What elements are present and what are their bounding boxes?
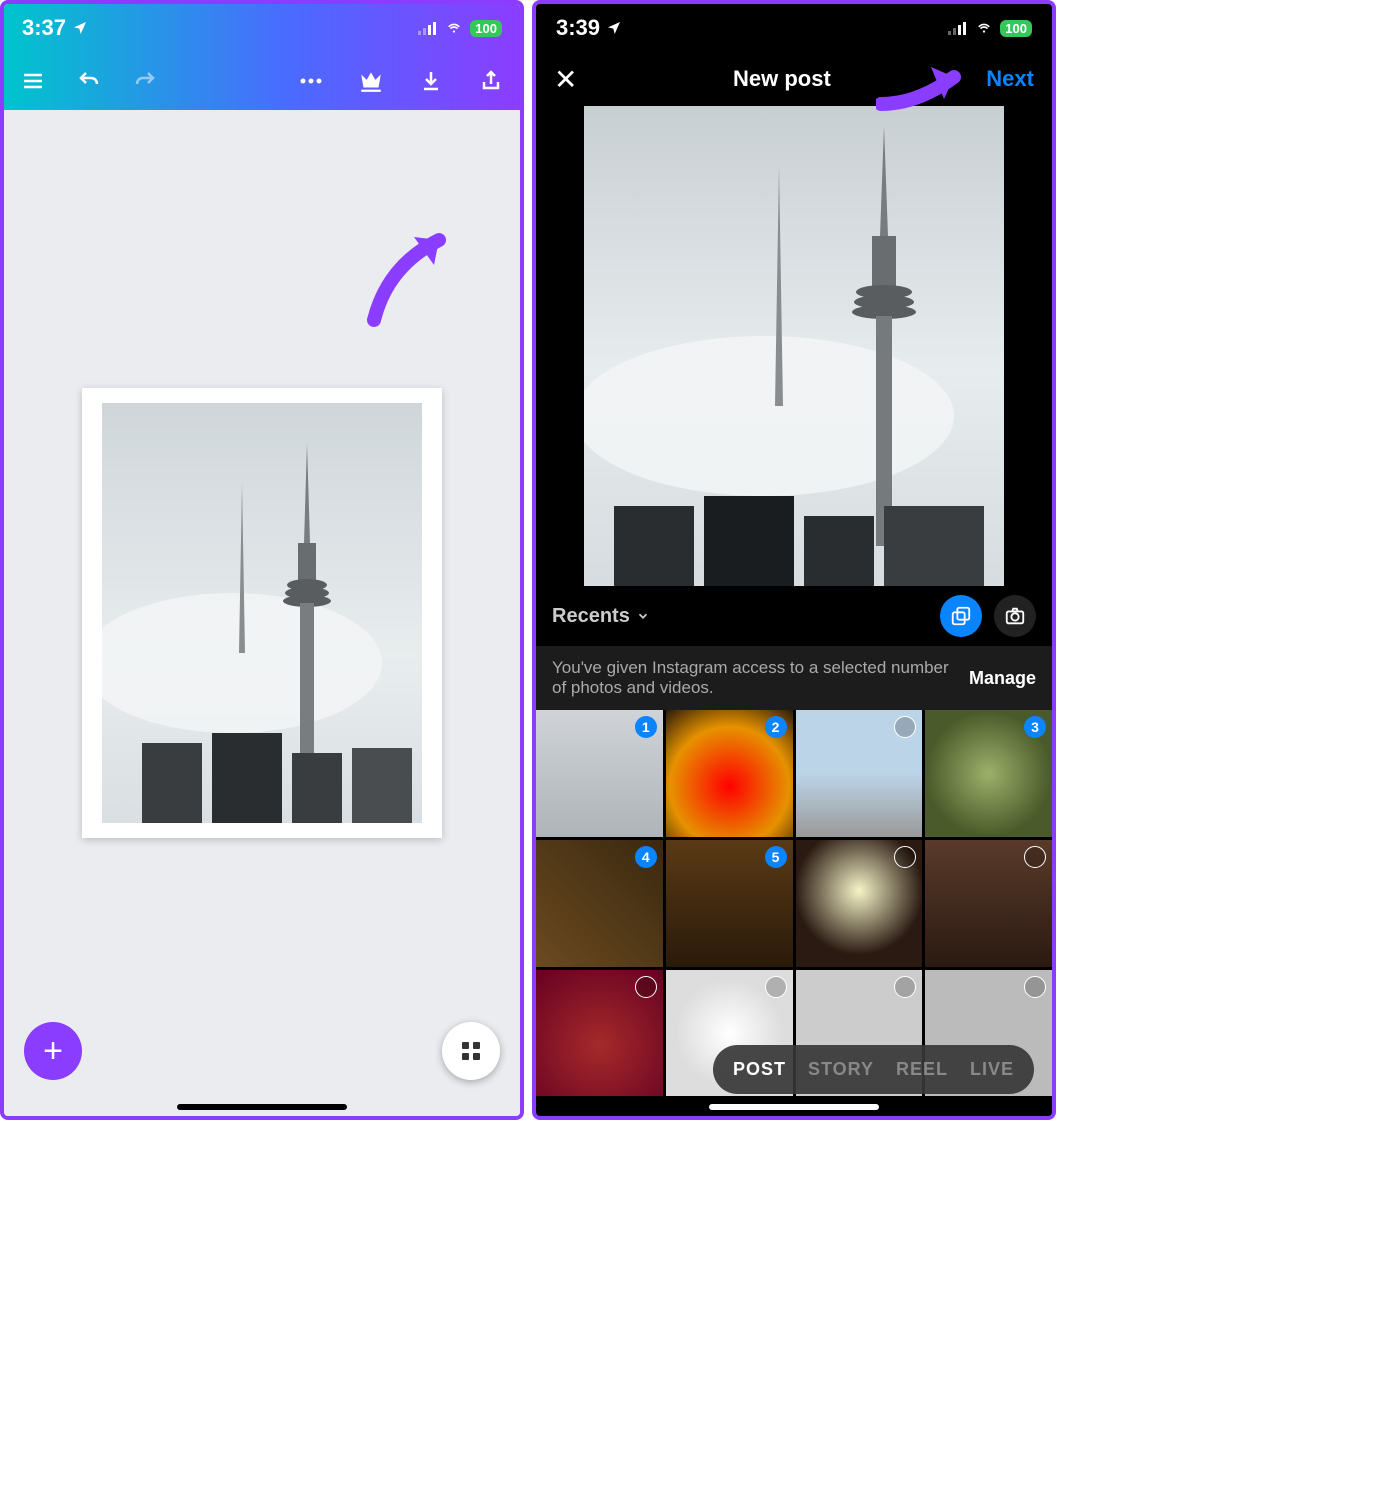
photo-thumb[interactable] — [925, 840, 1052, 967]
photo-thumb[interactable]: 1 — [536, 710, 663, 837]
select-badge: 5 — [765, 846, 787, 868]
editor-toolbar — [4, 52, 520, 110]
next-button[interactable]: Next — [986, 66, 1034, 92]
chevron-down-icon — [636, 609, 650, 623]
preview-area[interactable] — [536, 106, 1052, 586]
wifi-icon — [444, 21, 464, 35]
status-bar: 3:39 100 — [536, 4, 1052, 52]
location-icon — [606, 20, 622, 36]
signal-icon — [948, 21, 968, 35]
status-bar: 3:37 100 — [4, 4, 520, 52]
more-button[interactable] — [296, 66, 326, 96]
photo-thumb[interactable]: 5 — [666, 840, 793, 967]
select-badge — [894, 976, 916, 998]
photo-thumb[interactable]: 3 — [925, 710, 1052, 837]
mode-live[interactable]: LIVE — [970, 1059, 1014, 1080]
battery-indicator: 100 — [470, 20, 502, 37]
page-title: New post — [733, 66, 831, 92]
home-indicator — [177, 1104, 347, 1110]
share-button[interactable] — [476, 66, 506, 96]
select-badge — [894, 716, 916, 738]
photo-thumb[interactable]: 4 — [536, 840, 663, 967]
annotation-arrow — [354, 225, 464, 335]
mode-reel[interactable]: REEL — [896, 1059, 948, 1080]
close-button[interactable]: ✕ — [554, 63, 577, 96]
mode-switcher: POST STORY REEL LIVE — [713, 1045, 1034, 1094]
signal-icon — [418, 21, 438, 35]
select-badge — [1024, 846, 1046, 868]
design-page[interactable] — [82, 388, 442, 838]
annotation-arrow — [876, 59, 976, 119]
pages-grid-button[interactable] — [442, 1022, 500, 1080]
select-badge — [1024, 976, 1046, 998]
gallery-header: Recents — [536, 586, 1052, 646]
select-badge: 1 — [635, 716, 657, 738]
download-button[interactable] — [416, 66, 446, 96]
photo-thumb[interactable] — [536, 970, 663, 1097]
mode-post[interactable]: POST — [733, 1059, 786, 1080]
select-badge: 2 — [765, 716, 787, 738]
photo-thumb[interactable] — [796, 710, 923, 837]
select-badge — [635, 976, 657, 998]
add-page-button[interactable]: + — [24, 1022, 82, 1080]
undo-button[interactable] — [74, 66, 104, 96]
photo-thumb[interactable] — [796, 840, 923, 967]
menu-button[interactable] — [18, 66, 48, 96]
camera-button[interactable] — [994, 595, 1036, 637]
select-badge — [894, 846, 916, 868]
page-image — [102, 403, 422, 823]
location-icon — [72, 20, 88, 36]
redo-button[interactable] — [130, 66, 160, 96]
canvas-area[interactable]: + — [4, 110, 520, 1116]
access-notice: You've given Instagram access to a selec… — [536, 646, 1052, 710]
preview-image — [584, 106, 1004, 586]
camera-icon — [1004, 605, 1026, 627]
notice-text: You've given Instagram access to a selec… — [552, 658, 957, 698]
manage-button[interactable]: Manage — [969, 668, 1036, 689]
battery-indicator: 100 — [1000, 20, 1032, 37]
stack-icon — [950, 605, 972, 627]
instagram-new-post-screen: 3:39 100 ✕ New post Next — [532, 0, 1056, 1120]
canva-editor-screen: 3:37 100 — [0, 0, 524, 1120]
mode-story[interactable]: STORY — [808, 1059, 874, 1080]
select-badge — [765, 976, 787, 998]
select-badge: 3 — [1024, 716, 1046, 738]
wifi-icon — [974, 21, 994, 35]
photo-thumb[interactable]: 2 — [666, 710, 793, 837]
premium-button[interactable] — [356, 66, 386, 96]
select-badge: 4 — [635, 846, 657, 868]
source-picker[interactable]: Recents — [552, 605, 650, 628]
multi-select-button[interactable] — [940, 595, 982, 637]
photo-grid: 1 2 3 4 5 — [536, 710, 1052, 1096]
grid-icon — [460, 1040, 482, 1062]
status-time: 3:37 — [22, 15, 66, 41]
home-indicator — [709, 1104, 879, 1110]
status-time: 3:39 — [556, 15, 600, 41]
